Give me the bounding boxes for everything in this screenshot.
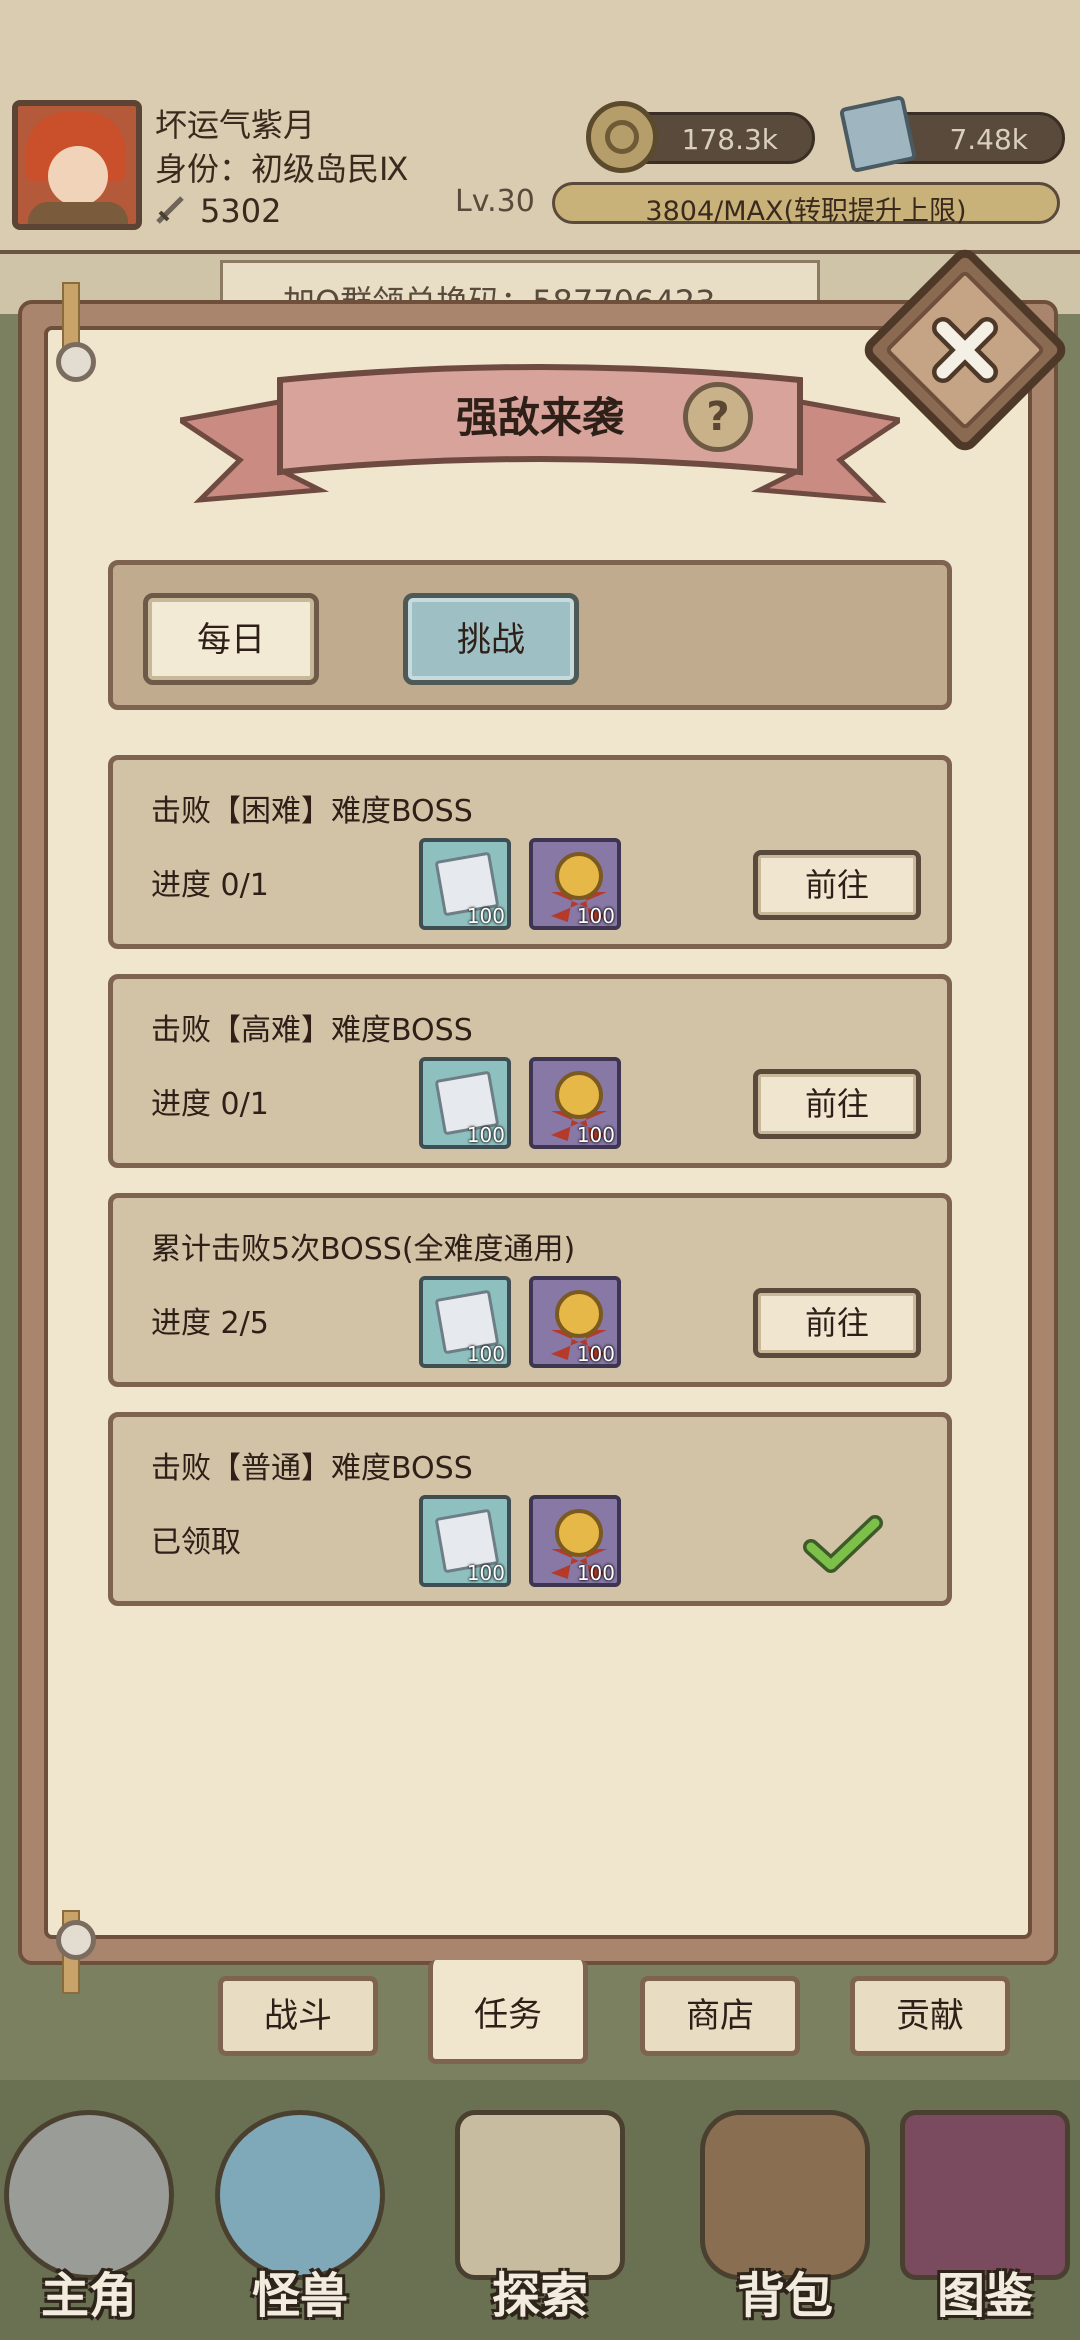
subtab-battle[interactable]: 战斗 [218, 1976, 378, 2056]
task-title: 击败【高难】难度BOSS [151, 1013, 473, 1048]
task-progress: 进度 0/1 [151, 868, 269, 903]
gem-icon [838, 94, 918, 174]
helmet-icon [4, 2110, 174, 2280]
nav-backpack[interactable]: 背包 [690, 2100, 880, 2330]
nav-hero[interactable]: 主角 [0, 2100, 184, 2330]
reward-gem-item[interactable]: 100 [419, 1057, 511, 1149]
go-button[interactable]: 前往 [753, 1288, 921, 1358]
xp-text: 3804/MAX(转职提升上限) [645, 196, 967, 227]
subtab-shop[interactable]: 商店 [640, 1976, 800, 2056]
nav-label: 主角 [40, 2268, 137, 2324]
task-progress: 进度 2/5 [151, 1306, 269, 1341]
nail-decoration [56, 342, 96, 382]
nav-label: 探索 [491, 2268, 588, 2324]
player-name: 坏运气紫月 [155, 106, 316, 144]
task-card: 击败【困难】难度BOSS 进度 0/1 100 100 前往 [108, 755, 952, 949]
reward-count: 100 [576, 1561, 615, 1585]
nav-codex[interactable]: 图鉴 [890, 2100, 1080, 2330]
reward-count: 100 [466, 1123, 505, 1147]
reward-count: 100 [576, 1123, 615, 1147]
tab-challenge[interactable]: 挑战 [403, 593, 579, 685]
nail-decoration [56, 1920, 96, 1960]
tab-daily[interactable]: 每日 [143, 593, 319, 685]
mode-tabs: 每日 挑战 [108, 560, 952, 710]
nav-label: 怪兽 [251, 2268, 348, 2324]
coin-icon [586, 101, 658, 173]
medal-icon [555, 852, 603, 900]
map-icon [455, 2110, 625, 2280]
book-icon [900, 2110, 1070, 2280]
medal-icon [555, 1071, 603, 1119]
reward-gem-item[interactable]: 100 [419, 1276, 511, 1368]
reward-gem-item[interactable]: 100 [419, 1495, 511, 1587]
medal-icon [555, 1509, 603, 1557]
player-title: 身份：初级岛民Ⅸ [155, 150, 409, 188]
task-claimed-status: 已领取 [151, 1525, 241, 1560]
reward-medal-item[interactable]: 100 [529, 1495, 621, 1587]
task-card: 累计击败5次BOSS(全难度通用) 进度 2/5 100 100 前往 [108, 1193, 952, 1387]
task-title: 击败【普通】难度BOSS [151, 1451, 473, 1486]
reward-medal-item[interactable]: 100 [529, 1276, 621, 1368]
medal-icon [555, 1290, 603, 1338]
coin-counter[interactable]: 178.3k [586, 101, 815, 173]
reward-count: 100 [466, 1342, 505, 1366]
xp-bar: 3804/MAX(转职提升上限) [552, 182, 1060, 227]
reward-medal-item[interactable]: 100 [529, 1057, 621, 1149]
backpack-icon [700, 2110, 870, 2280]
subtab-contribution[interactable]: 贡献 [850, 1976, 1010, 2056]
combat-power: 5302 [200, 192, 282, 230]
coin-value: 178.3k [681, 123, 778, 156]
help-icon[interactable]: ? [683, 382, 753, 452]
gem-counter[interactable]: 7.48k [838, 94, 1065, 174]
reward-count: 100 [576, 1342, 615, 1366]
task-progress: 进度 0/1 [151, 1087, 269, 1122]
nav-label: 图鉴 [936, 2268, 1033, 2324]
sword-icon [156, 196, 184, 224]
nav-monster[interactable]: 怪兽 [205, 2100, 395, 2330]
status-bar: 坏运气紫月 身份：初级岛民Ⅸ 5302 178.3k 7.48k Lv.30 3… [0, 0, 1080, 254]
go-button[interactable]: 前往 [753, 850, 921, 920]
task-title: 击败【困难】难度BOSS [151, 794, 473, 829]
check-icon [803, 1515, 883, 1573]
nav-label: 背包 [736, 2268, 833, 2324]
reward-count: 100 [466, 1561, 505, 1585]
player-level: Lv.30 [455, 184, 535, 219]
go-button[interactable]: 前往 [753, 1069, 921, 1139]
nav-explore[interactable]: 探索 [445, 2100, 635, 2330]
reward-gem-item[interactable]: 100 [419, 838, 511, 930]
player-avatar[interactable] [12, 100, 142, 230]
task-title: 累计击败5次BOSS(全难度通用) [151, 1232, 576, 1267]
task-card: 击败【普通】难度BOSS 已领取 100 100 [108, 1412, 952, 1606]
dialog-title: 强敌来袭 [455, 393, 624, 442]
reward-count: 100 [466, 904, 505, 928]
gem-value: 7.48k [949, 123, 1028, 156]
monster-eye-icon [215, 2110, 385, 2280]
task-card: 击败【高难】难度BOSS 进度 0/1 100 100 前往 [108, 974, 952, 1168]
reward-count: 100 [576, 904, 615, 928]
reward-medal-item[interactable]: 100 [529, 838, 621, 930]
subtab-tasks[interactable]: 任务 [428, 1960, 588, 2064]
